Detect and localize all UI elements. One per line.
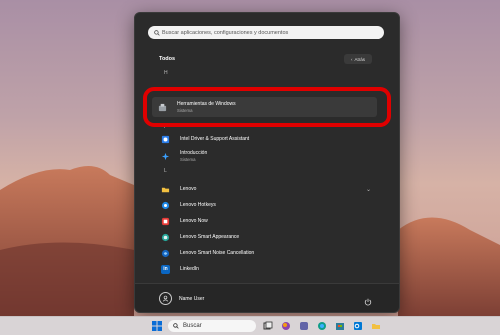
- app-name: Lenovo Hotkeys: [180, 202, 216, 208]
- chevron-down-icon[interactable]: ⌄: [366, 186, 371, 193]
- search-placeholder: Buscar aplicaciones, configuraciones y d…: [162, 29, 289, 36]
- user-account-button[interactable]: Name User: [159, 292, 204, 305]
- annotation-highlight-ring: [143, 87, 391, 127]
- noise-cancel-icon: [161, 249, 170, 258]
- app-name: Intel Driver & Support Assistant: [180, 136, 250, 142]
- teams-icon[interactable]: [298, 320, 309, 331]
- power-button[interactable]: [364, 293, 372, 311]
- app-subtitle: Sistema: [180, 157, 196, 162]
- smart-appearance-icon: [161, 233, 170, 242]
- app-item-lenovo-noise-cancellation[interactable]: Lenovo Smart Noise Cancellation: [155, 245, 381, 261]
- intel-icon: [161, 135, 170, 144]
- hotkeys-icon: [161, 201, 170, 210]
- taskbar-search-box[interactable]: Buscar: [168, 320, 256, 332]
- group-letter-h[interactable]: H: [164, 70, 168, 76]
- app-name: Lenovo Smart Noise Cancellation: [180, 250, 255, 256]
- windows-start-button[interactable]: [151, 320, 162, 331]
- back-button[interactable]: ‹ Atrás: [344, 54, 372, 64]
- app-item-intel[interactable]: Intel Driver & Support Assistant: [155, 131, 381, 147]
- store-icon[interactable]: [334, 320, 345, 331]
- lenovo-now-icon: [161, 217, 170, 226]
- back-label: Atrás: [354, 56, 365, 62]
- avatar: [159, 292, 172, 305]
- file-explorer-icon[interactable]: [370, 320, 381, 331]
- start-search-box[interactable]: Buscar aplicaciones, configuraciones y d…: [148, 26, 384, 39]
- app-item-lenovo-smart-appearance[interactable]: Lenovo Smart Appearance: [155, 229, 381, 245]
- group-letter-l[interactable]: L: [164, 168, 167, 174]
- app-name: Lenovo Smart Appearance: [180, 234, 240, 240]
- app-item-lenovo-hotkeys[interactable]: Lenovo Hotkeys: [155, 197, 381, 213]
- user-name: Name User: [179, 295, 205, 302]
- start-footer: Name User: [135, 283, 399, 312]
- copilot-icon[interactable]: [280, 320, 291, 331]
- taskbar: Buscar: [0, 316, 500, 335]
- app-name: Lenovo Now: [180, 218, 208, 224]
- windows-logo-icon: [151, 320, 162, 331]
- app-item-linkedin[interactable]: in LinkedIn: [155, 261, 381, 277]
- tips-icon: [161, 152, 170, 161]
- task-view-icon[interactable]: [262, 320, 273, 331]
- app-item-lenovo-now[interactable]: Lenovo Now: [155, 213, 381, 229]
- start-menu: Buscar aplicaciones, configuraciones y d…: [134, 12, 400, 313]
- power-icon: [364, 298, 372, 306]
- taskbar-search-label: Buscar: [183, 323, 202, 329]
- folder-icon: [161, 185, 170, 194]
- app-name: LinkedIn: [180, 266, 199, 272]
- outlook-icon[interactable]: [352, 320, 363, 331]
- linkedin-icon: in: [161, 264, 170, 274]
- chevron-left-icon: ‹: [350, 56, 353, 62]
- search-icon: [173, 323, 179, 329]
- search-icon: [152, 29, 162, 36]
- app-name: Introducción: [180, 150, 208, 156]
- app-name: Lenovo: [180, 186, 197, 192]
- all-apps-title: Todos: [159, 56, 176, 62]
- edge-icon[interactable]: [316, 320, 327, 331]
- app-item-introduccion[interactable]: Introducción Sistema: [155, 148, 381, 164]
- app-item-lenovo-folder[interactable]: Lenovo ⌄: [155, 181, 381, 197]
